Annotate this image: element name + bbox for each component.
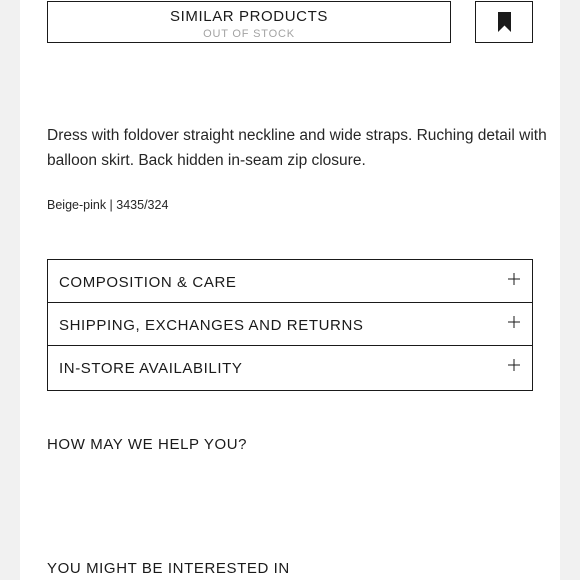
stock-status: OUT OF STOCK [203, 28, 295, 40]
accordion-composition-care[interactable]: COMPOSITION & CARE [48, 260, 532, 303]
info-accordion: COMPOSITION & CARE SHIPPING, EXCHANGES A… [47, 259, 533, 391]
help-heading[interactable]: HOW MAY WE HELP YOU? [47, 436, 247, 453]
accordion-label: IN-STORE AVAILABILITY [59, 360, 243, 377]
product-description: Dress with foldover straight neckline an… [47, 127, 547, 169]
similar-products-button[interactable]: SIMILAR PRODUCTS OUT OF STOCK [47, 1, 451, 43]
accordion-label: SHIPPING, EXCHANGES AND RETURNS [59, 317, 364, 334]
accordion-shipping-exchanges-returns[interactable]: SHIPPING, EXCHANGES AND RETURNS [48, 303, 532, 346]
plus-icon [508, 273, 520, 285]
accordion-in-store-availability[interactable]: IN-STORE AVAILABILITY [48, 346, 532, 390]
accordion-label: COMPOSITION & CARE [59, 274, 237, 291]
color-reference: Beige-pink | 3435/324 [47, 198, 169, 212]
bookmark-icon [498, 12, 511, 32]
similar-products-label: SIMILAR PRODUCTS [170, 8, 328, 25]
bookmark-button[interactable] [475, 1, 533, 43]
recommendations-heading: YOU MIGHT BE INTERESTED IN [47, 560, 290, 577]
plus-icon [508, 316, 520, 328]
plus-icon [508, 359, 520, 371]
product-details-page: SIMILAR PRODUCTS OUT OF STOCK Dress with… [20, 0, 560, 580]
